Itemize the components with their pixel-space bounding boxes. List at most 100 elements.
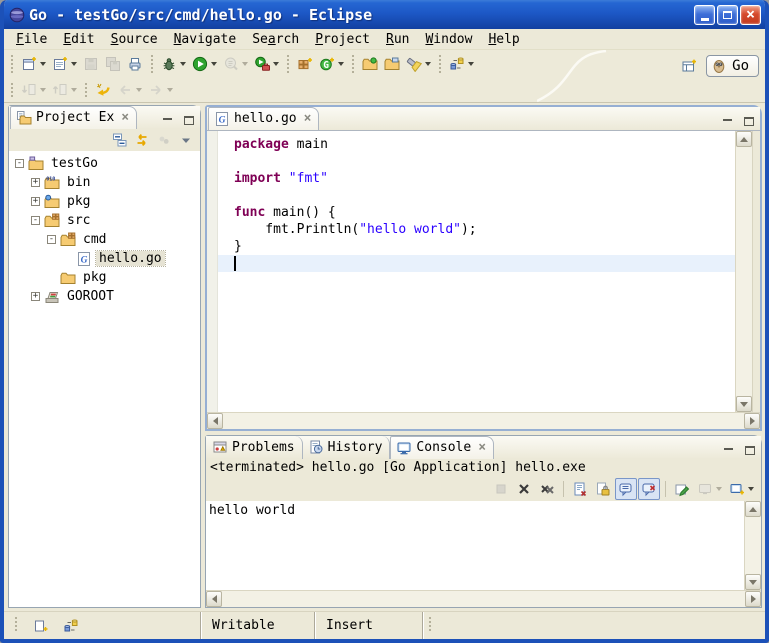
show-stdout-button[interactable]: [615, 478, 637, 500]
clear-console-button[interactable]: [569, 478, 591, 500]
menu-source[interactable]: Source: [103, 31, 166, 48]
collapse-toggle-icon[interactable]: -: [15, 159, 24, 168]
close-tab-icon[interactable]: ×: [304, 112, 312, 125]
maximize-button[interactable]: [717, 5, 738, 25]
terminate-button[interactable]: [490, 478, 512, 500]
dropdown-arrow-icon[interactable]: [167, 88, 173, 92]
console-vertical-scrollbar[interactable]: [744, 501, 761, 590]
menu-window[interactable]: Window: [417, 31, 480, 48]
show-stderr-button[interactable]: [638, 478, 660, 500]
dropdown-arrow-icon[interactable]: [748, 487, 754, 491]
dropdown-arrow-icon[interactable]: [180, 62, 186, 66]
new-package-button[interactable]: [294, 53, 316, 75]
pin-console-button[interactable]: [671, 478, 693, 500]
expand-toggle-icon[interactable]: +: [31, 197, 40, 206]
menu-help[interactable]: Help: [480, 31, 527, 48]
remove-all-terminated-button[interactable]: [536, 478, 558, 500]
toolbar-grip[interactable]: [351, 53, 355, 75]
dropdown-arrow-icon[interactable]: [211, 62, 217, 66]
statusbar-sync-button[interactable]: [60, 615, 82, 637]
console-horizontal-scrollbar[interactable]: [206, 590, 761, 607]
last-edit-button[interactable]: [92, 79, 114, 101]
statusbar-grip[interactable]: [14, 615, 18, 633]
dropdown-arrow-icon[interactable]: [71, 88, 77, 92]
scroll-left-button[interactable]: [207, 413, 223, 429]
tree-item-hello-go[interactable]: Ghello.go: [9, 249, 200, 268]
editor-vertical-scrollbar[interactable]: [735, 131, 752, 412]
open-perspective-button[interactable]: [678, 55, 700, 77]
fastview-button[interactable]: [30, 615, 52, 637]
back-button[interactable]: [114, 79, 145, 101]
profile-button[interactable]: [220, 53, 251, 75]
console-output[interactable]: hello world: [206, 501, 744, 590]
tree-item-pkg[interactable]: pkg: [9, 268, 200, 287]
save-button[interactable]: [80, 53, 102, 75]
menu-search[interactable]: Search: [244, 31, 307, 48]
code-editor[interactable]: package mainimport "fmt"func main() { fm…: [218, 131, 735, 412]
minimize-view-button[interactable]: [718, 113, 737, 130]
menu-edit[interactable]: Edit: [55, 31, 102, 48]
focus-task-button[interactable]: [153, 129, 175, 151]
minimize-view-button[interactable]: [719, 442, 738, 459]
open-resource-button[interactable]: [381, 53, 403, 75]
scroll-right-button[interactable]: [744, 413, 760, 429]
tab-console[interactable]: Console×: [390, 436, 494, 459]
dropdown-arrow-icon[interactable]: [40, 88, 46, 92]
search-button[interactable]: [403, 53, 434, 75]
menu-navigate[interactable]: Navigate: [166, 31, 245, 48]
link-editor-button[interactable]: [131, 129, 153, 151]
collapse-toggle-icon[interactable]: -: [31, 216, 40, 225]
tree-item-testgo[interactable]: -testGo: [9, 154, 200, 173]
dropdown-arrow-icon[interactable]: [136, 88, 142, 92]
scroll-lock-button[interactable]: [592, 478, 614, 500]
new-wizard-button[interactable]: [18, 53, 49, 75]
perspective-go-button[interactable]: Go: [706, 55, 759, 77]
sync-button[interactable]: [446, 53, 477, 75]
prev-annotation-button[interactable]: [49, 79, 80, 101]
toolbar-grip[interactable]: [150, 53, 154, 75]
project-tree[interactable]: -testGo+010bin+pkg-src-cmdGhello.gopkg+G…: [9, 151, 200, 607]
dropdown-arrow-icon[interactable]: [338, 62, 344, 66]
dropdown-arrow-icon[interactable]: [425, 62, 431, 66]
menu-file[interactable]: File: [8, 31, 55, 48]
toolbar-grip[interactable]: [84, 81, 88, 99]
editor-horizontal-scrollbar[interactable]: [207, 412, 760, 429]
run-button[interactable]: [189, 53, 220, 75]
toolbar-grip[interactable]: [10, 53, 14, 75]
scroll-down-button[interactable]: [745, 574, 761, 590]
collapse-all-button[interactable]: [109, 129, 131, 151]
dropdown-arrow-icon[interactable]: [468, 62, 474, 66]
toolbar-grip[interactable]: [286, 53, 290, 75]
scroll-up-button[interactable]: [736, 131, 752, 147]
tree-item-src[interactable]: -src: [9, 211, 200, 230]
title-bar[interactable]: Go - testGo/src/cmd/hello.go - Eclipse ×: [4, 0, 765, 29]
expand-toggle-icon[interactable]: +: [31, 292, 40, 301]
forward-button[interactable]: [145, 79, 176, 101]
close-button[interactable]: ×: [740, 5, 761, 25]
tree-item-cmd[interactable]: -cmd: [9, 230, 200, 249]
save-all-button[interactable]: [102, 53, 124, 75]
new-go-element-button[interactable]: [49, 53, 80, 75]
toolbar-grip[interactable]: [10, 81, 14, 99]
tab-problems[interactable]: Problems: [207, 436, 303, 459]
tab-project-explorer[interactable]: Project Ex ×: [10, 106, 137, 129]
dropdown-arrow-icon[interactable]: [273, 62, 279, 66]
open-console-button[interactable]: [726, 478, 757, 500]
maximize-view-button[interactable]: [739, 113, 758, 130]
scroll-left-button[interactable]: [206, 591, 222, 607]
minimize-view-button[interactable]: [158, 112, 177, 129]
tab-hello-go[interactable]: G hello.go ×: [208, 107, 319, 130]
tree-item-pkg[interactable]: +pkg: [9, 192, 200, 211]
tree-item-goroot[interactable]: +GOROOT: [9, 287, 200, 306]
dropdown-arrow-icon[interactable]: [40, 62, 46, 66]
menu-run[interactable]: Run: [378, 31, 417, 48]
scroll-down-button[interactable]: [736, 396, 752, 412]
close-tab-icon[interactable]: ×: [121, 111, 129, 124]
next-annotation-button[interactable]: [18, 79, 49, 101]
minimize-button[interactable]: [694, 5, 715, 25]
maximize-view-button[interactable]: [740, 442, 759, 459]
tree-item-bin[interactable]: +010bin: [9, 173, 200, 192]
remove-launch-button[interactable]: [513, 478, 535, 500]
display-console-button[interactable]: [694, 478, 725, 500]
tab-history[interactable]: History: [303, 436, 391, 459]
